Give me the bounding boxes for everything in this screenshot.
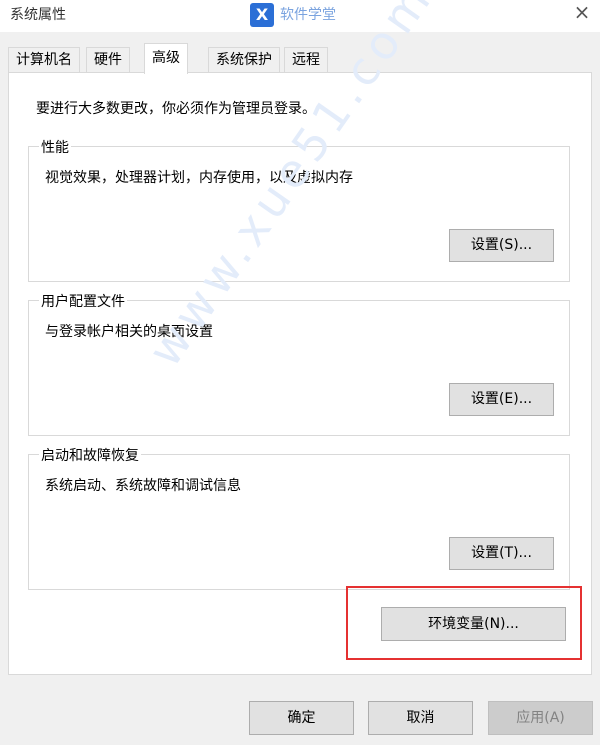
startup-recovery-settings-button[interactable]: 设置(T)... bbox=[449, 537, 554, 570]
startup-recovery-group: 启动和故障恢复 系统启动、系统故障和调试信息 设置(T)... bbox=[28, 445, 570, 590]
tab-system-protection[interactable]: 系统保护 bbox=[208, 47, 280, 73]
user-profiles-title: 用户配置文件 bbox=[39, 291, 127, 311]
user-profiles-description: 与登录帐户相关的桌面设置 bbox=[45, 324, 213, 340]
watermark-logo-icon: X bbox=[250, 3, 274, 27]
apply-button[interactable]: 应用(A) bbox=[488, 701, 593, 735]
tab-remote[interactable]: 远程 bbox=[284, 47, 328, 73]
user-profiles-group: 用户配置文件 与登录帐户相关的桌面设置 设置(E)... bbox=[28, 291, 570, 436]
window-title: 系统属性 bbox=[10, 7, 66, 23]
startup-recovery-title: 启动和故障恢复 bbox=[39, 445, 141, 465]
admin-notice: 要进行大多数更改，你必须作为管理员登录。 bbox=[36, 101, 316, 117]
tab-advanced[interactable]: 高级 bbox=[144, 43, 188, 74]
ok-button[interactable]: 确定 bbox=[249, 701, 354, 735]
user-profiles-settings-button[interactable]: 设置(E)... bbox=[449, 383, 554, 416]
advanced-panel: 要进行大多数更改，你必须作为管理员登录。 性能 视觉效果，处理器计划，内存使用，… bbox=[8, 72, 592, 675]
title-bar: 系统属性 X 软件学堂 × bbox=[0, 0, 600, 32]
tab-hardware[interactable]: 硬件 bbox=[86, 47, 130, 73]
performance-settings-button[interactable]: 设置(S)... bbox=[449, 229, 554, 262]
watermark-text: 软件学堂 bbox=[280, 7, 336, 23]
performance-title: 性能 bbox=[39, 137, 71, 157]
startup-recovery-description: 系统启动、系统故障和调试信息 bbox=[45, 478, 241, 494]
close-icon[interactable]: × bbox=[572, 0, 592, 24]
performance-description: 视觉效果，处理器计划，内存使用，以及虚拟内存 bbox=[45, 170, 353, 186]
performance-group: 性能 视觉效果，处理器计划，内存使用，以及虚拟内存 设置(S)... bbox=[28, 137, 570, 282]
tab-computer-name[interactable]: 计算机名 bbox=[8, 47, 80, 73]
environment-variables-button[interactable]: 环境变量(N)... bbox=[381, 607, 566, 641]
cancel-button[interactable]: 取消 bbox=[368, 701, 473, 735]
